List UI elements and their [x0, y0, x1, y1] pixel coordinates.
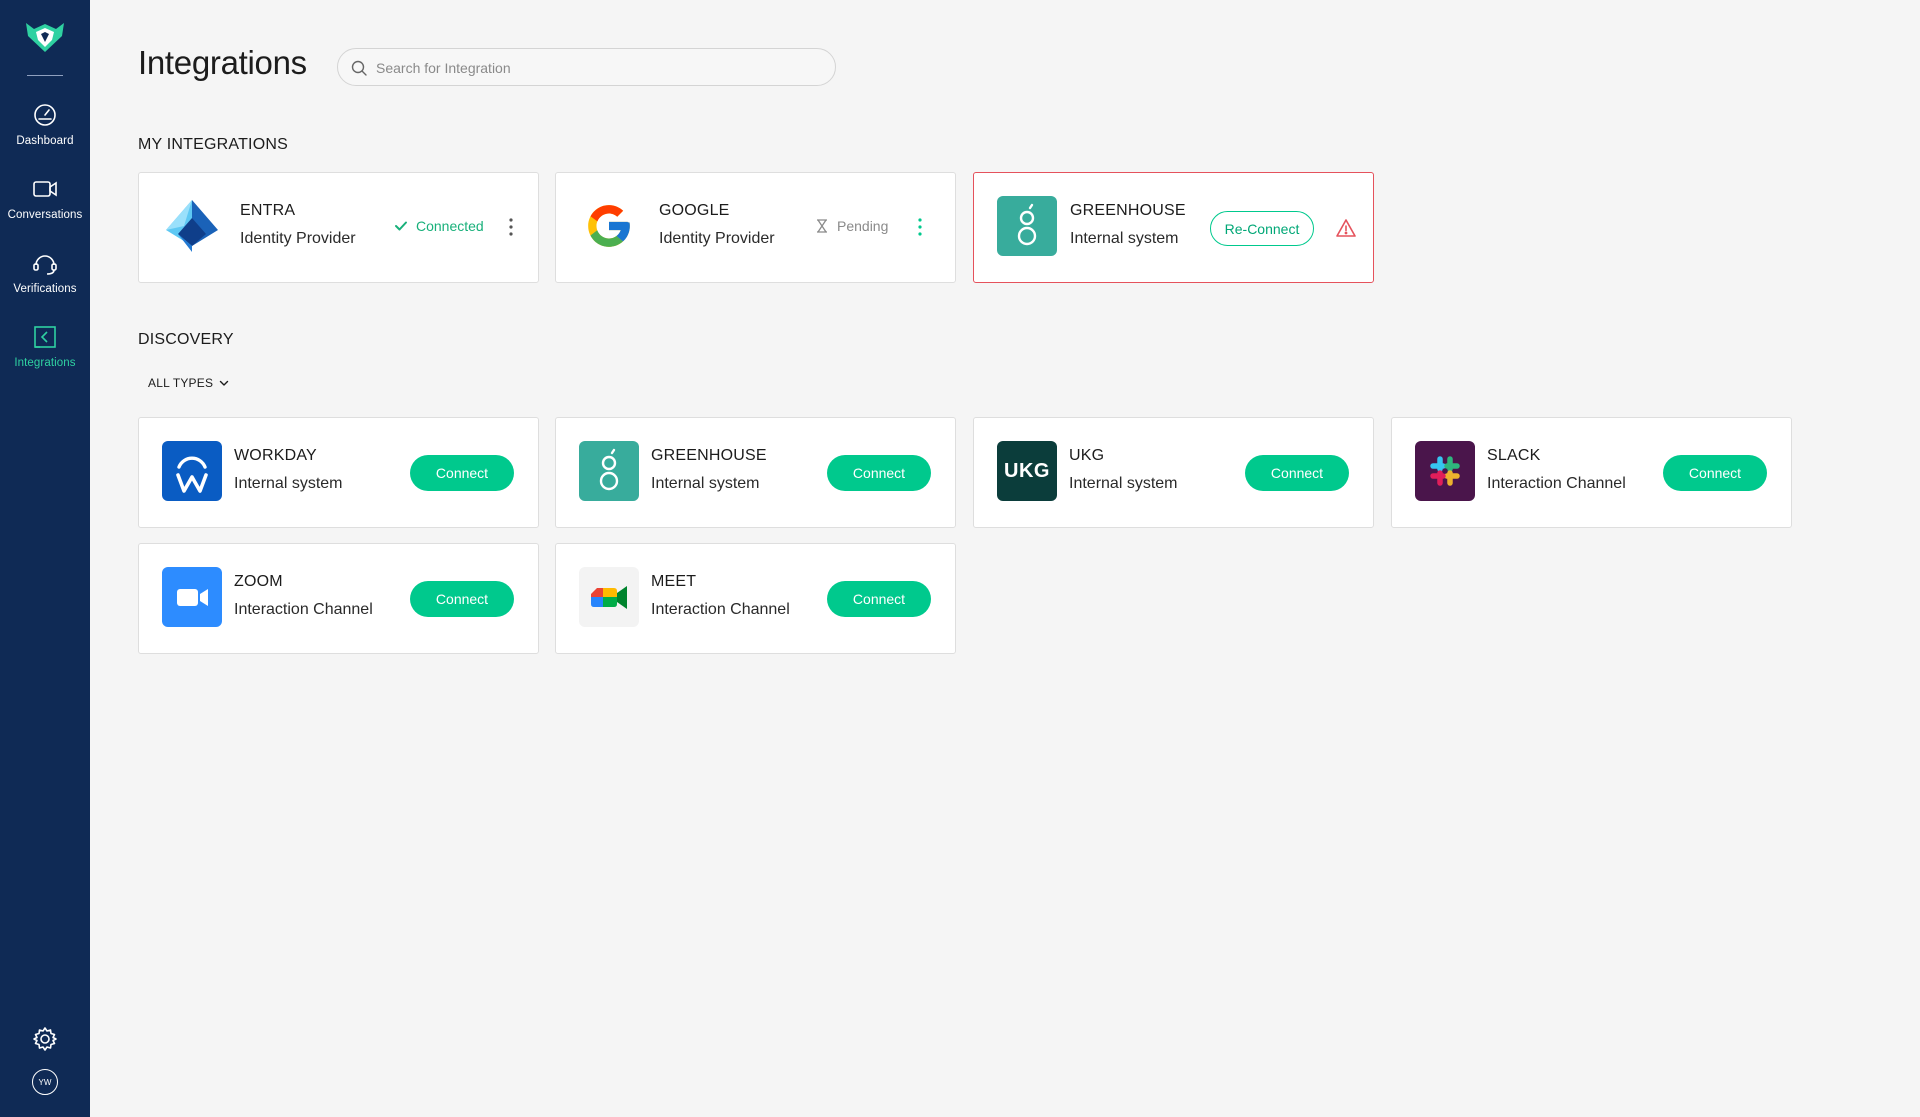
sidebar-divider [27, 75, 63, 76]
status-pending: Pending [815, 218, 888, 234]
sidebar-item-label: Verifications [13, 283, 77, 295]
gear-icon [33, 1027, 57, 1051]
slack-logo-icon [1415, 441, 1475, 501]
integration-name: MEET [651, 573, 697, 590]
search-box [337, 48, 836, 87]
kebab-menu-icon[interactable] [506, 215, 516, 239]
ukg-logo-text: UKG [1004, 459, 1050, 482]
integration-type: Interaction Channel [651, 601, 790, 618]
user-avatar-button[interactable]: YW [0, 1069, 90, 1095]
headset-icon [33, 255, 57, 275]
integration-type: Interaction Channel [234, 601, 373, 618]
discovery-card-slack[interactable]: SLACK Interaction Channel Connect [1391, 417, 1792, 528]
sidebar-item-integrations[interactable]: Integrations [0, 323, 90, 383]
filter-label: ALL TYPES [148, 376, 214, 390]
google-meet-logo-icon [579, 567, 639, 627]
reconnect-button[interactable]: Re-Connect [1210, 211, 1314, 246]
chevron-down-icon [219, 380, 229, 386]
integration-name: SLACK [1487, 447, 1541, 464]
search-input[interactable] [374, 49, 818, 87]
integrations-icon [34, 326, 56, 348]
entra-logo-icon [162, 196, 222, 256]
connect-button[interactable]: Connect [410, 455, 514, 491]
status-connected: Connected [394, 218, 484, 234]
gauge-icon [34, 104, 56, 126]
integration-type: Identity Provider [240, 230, 356, 247]
sidebar-item-label: Integrations [14, 357, 76, 369]
status-label: Pending [837, 218, 889, 234]
integration-card-greenhouse[interactable]: GREENHOUSE Internal system Re-Connect [973, 172, 1374, 283]
sidebar-item-conversations[interactable]: Conversations [0, 175, 90, 235]
ukg-logo-icon: UKG [997, 441, 1057, 501]
integration-type: Internal system [651, 475, 760, 492]
integration-name: GREENHOUSE [1070, 202, 1186, 219]
page-title: Integrations [138, 44, 307, 81]
integration-name: ZOOM [234, 573, 283, 590]
greenhouse-logo-icon [997, 196, 1057, 256]
integration-type: Identity Provider [659, 230, 775, 247]
integration-name: UKG [1069, 447, 1105, 464]
integration-name: WORKDAY [234, 447, 317, 464]
hourglass-icon [817, 219, 827, 233]
sidebar-item-label: Conversations [7, 209, 83, 221]
discovery-card-workday[interactable]: WORKDAY Internal system Connect [138, 417, 539, 528]
kebab-menu-icon[interactable] [915, 215, 925, 239]
sidebar: Dashboard Conversations Verifications In… [0, 0, 90, 1117]
sidebar-item-verifications[interactable]: Verifications [0, 249, 90, 309]
type-filter-dropdown[interactable]: ALL TYPES [148, 376, 229, 390]
sidebar-item-label: Dashboard [16, 135, 74, 147]
integration-type: Internal system [1069, 475, 1178, 492]
integration-name: GOOGLE [659, 202, 730, 219]
sidebar-item-dashboard[interactable]: Dashboard [0, 101, 90, 161]
greenhouse-logo-icon [579, 441, 639, 501]
integration-type: Interaction Channel [1487, 475, 1626, 492]
integration-card-entra[interactable]: ENTRA Identity Provider Connected [138, 172, 539, 283]
discovery-title: DISCOVERY [138, 331, 234, 348]
zoom-logo-icon [162, 567, 222, 627]
integration-type: Internal system [1070, 230, 1179, 247]
video-camera-icon [33, 181, 57, 197]
connect-button[interactable]: Connect [1245, 455, 1349, 491]
discovery-card-meet[interactable]: MEET Interaction Channel Connect [555, 543, 956, 654]
integration-name: GREENHOUSE [651, 447, 767, 464]
integration-type: Internal system [234, 475, 343, 492]
integration-card-google[interactable]: GOOGLE Identity Provider Pending [555, 172, 956, 283]
connect-button[interactable]: Connect [1663, 455, 1767, 491]
search-icon [351, 60, 367, 76]
settings-button[interactable] [0, 1025, 90, 1053]
connect-button[interactable]: Connect [827, 581, 931, 617]
status-label: Connected [416, 218, 484, 234]
discovery-card-greenhouse[interactable]: GREENHOUSE Internal system Connect [555, 417, 956, 528]
avatar: YW [32, 1069, 58, 1095]
check-icon [395, 221, 407, 231]
discovery-card-zoom[interactable]: ZOOM Interaction Channel Connect [138, 543, 539, 654]
integration-name: ENTRA [240, 202, 296, 219]
connect-button[interactable]: Connect [827, 455, 931, 491]
connect-button[interactable]: Connect [410, 581, 514, 617]
discovery-card-ukg[interactable]: UKG UKG Internal system Connect [973, 417, 1374, 528]
my-integrations-title: MY INTEGRATIONS [138, 136, 288, 153]
workday-logo-icon [162, 441, 222, 501]
google-logo-icon [579, 196, 639, 256]
warning-icon [1336, 219, 1356, 237]
brand-logo-icon[interactable] [24, 20, 66, 54]
